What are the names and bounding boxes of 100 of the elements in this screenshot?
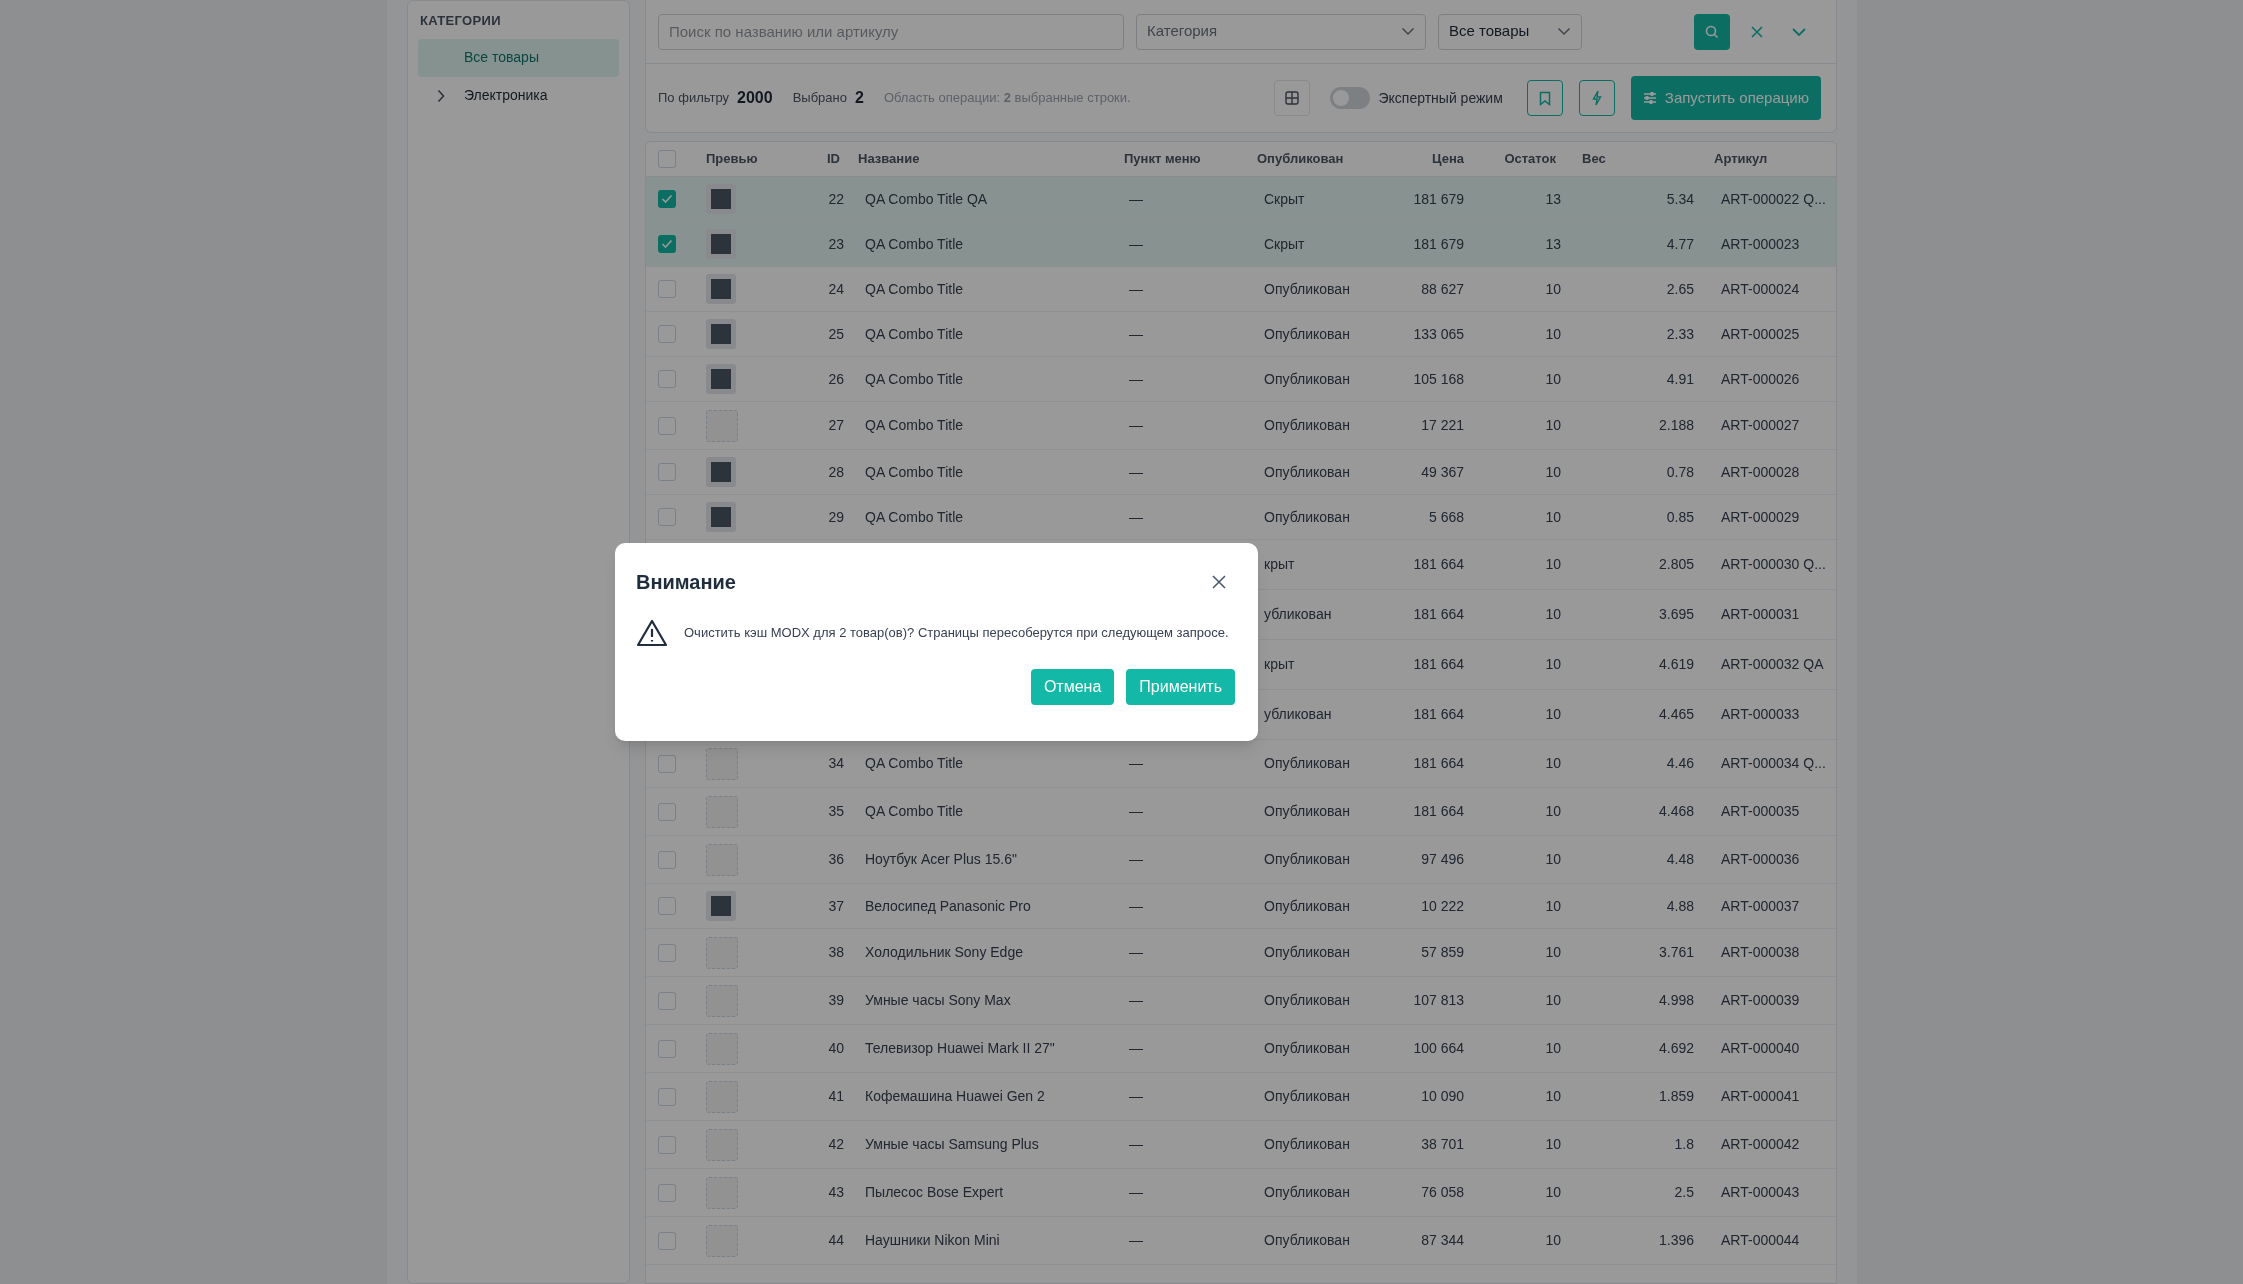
- menu-cell: —: [1129, 1040, 1143, 1056]
- dialog-button[interactable]: Отмена: [1030, 669, 1115, 705]
- status-cell: крыт: [1264, 556, 1295, 572]
- id-cell: 24: [828, 280, 844, 297]
- id-cell: 38: [828, 944, 844, 960]
- category-item[interactable]: Все товары: [418, 38, 619, 77]
- price-cell: 181 664: [1413, 556, 1464, 572]
- checkbox[interactable]: [658, 1231, 676, 1250]
- dialog-button[interactable]: Применить: [1126, 669, 1235, 705]
- article-cell: ART-000028: [1721, 463, 1800, 480]
- column-header[interactable]: Артикул: [1714, 151, 1768, 167]
- checkbox[interactable]: [658, 150, 676, 168]
- menu-cell: —: [1129, 803, 1143, 819]
- id-cell: 43: [828, 1184, 844, 1200]
- checkbox[interactable]: [658, 850, 676, 869]
- column-header[interactable]: Превью: [706, 151, 758, 167]
- checkbox[interactable]: [658, 1183, 676, 1202]
- checkbox[interactable]: [658, 1087, 676, 1106]
- column-header[interactable]: ID: [827, 151, 840, 167]
- column-header[interactable]: Пункт меню: [1124, 151, 1201, 167]
- checkbox[interactable]: [658, 235, 676, 253]
- stock-cell: 10: [1545, 706, 1561, 722]
- checkbox[interactable]: [658, 802, 676, 821]
- column-header[interactable]: Вес: [1582, 151, 1606, 167]
- weight-cell: 4.998: [1658, 992, 1694, 1008]
- name-cell: Умные часы Samsung Plus: [865, 1136, 1039, 1152]
- column-header[interactable]: Опубликован: [1257, 151, 1344, 167]
- sidebar-title: КАТЕГОРИИ: [419, 12, 502, 30]
- checkbox[interactable]: [658, 991, 676, 1010]
- stock-cell: 10: [1545, 1136, 1561, 1152]
- price-cell: 181 664: [1413, 755, 1464, 771]
- checkbox[interactable]: [658, 325, 676, 343]
- checkbox[interactable]: [658, 943, 676, 962]
- column-header[interactable]: Название: [858, 151, 920, 167]
- price-cell: 181 664: [1413, 803, 1464, 819]
- category-select[interactable]: Категория: [1136, 13, 1426, 50]
- expert-mode-label: Экспертный режим: [1378, 88, 1503, 108]
- menu-cell: —: [1129, 1136, 1143, 1152]
- name-cell: Пылесос Bose Expert: [865, 1184, 1004, 1200]
- menu-cell: —: [1129, 897, 1143, 914]
- article-cell: ART-000044: [1721, 1232, 1800, 1248]
- menu-cell: —: [1129, 280, 1143, 297]
- checkbox[interactable]: [658, 1039, 676, 1058]
- checkbox[interactable]: [658, 508, 676, 526]
- checkbox[interactable]: [658, 897, 676, 915]
- menu-cell: —: [1129, 190, 1143, 207]
- checkbox[interactable]: [658, 463, 676, 481]
- status-cell: Опубликован: [1264, 851, 1350, 867]
- sliders-icon: [1642, 92, 1657, 104]
- article-cell: ART-000027: [1721, 417, 1800, 433]
- chevron-down-icon: [1557, 27, 1571, 36]
- bookmark-button[interactable]: [1526, 80, 1563, 116]
- name-cell: QA Combo Title: [865, 370, 964, 387]
- price-cell: 105 168: [1413, 370, 1464, 387]
- expert-mode-toggle[interactable]: [1330, 87, 1371, 109]
- name-cell: QA Combo Title: [865, 463, 964, 480]
- weight-cell: 0.85: [1666, 508, 1694, 525]
- grid-view-button[interactable]: [1274, 80, 1311, 116]
- status-cell: Скрыт: [1264, 190, 1305, 207]
- stock-cell: 10: [1545, 1232, 1561, 1248]
- name-cell: QA Combo Title QA: [865, 190, 988, 207]
- checkbox[interactable]: [658, 1135, 676, 1154]
- price-cell: 181 664: [1413, 706, 1464, 722]
- article-cell: ART-000025: [1721, 325, 1800, 342]
- checkbox[interactable]: [658, 190, 676, 208]
- price-cell: 181 664: [1413, 656, 1464, 672]
- price-cell: 57 859: [1421, 944, 1464, 960]
- price-cell: 5 668: [1428, 508, 1464, 525]
- stock-cell: 10: [1545, 1040, 1561, 1056]
- stock-cell: 10: [1545, 325, 1561, 342]
- scope-select[interactable]: Все товары: [1438, 13, 1582, 50]
- stock-cell: 10: [1545, 803, 1561, 819]
- article-cell: ART-000035: [1721, 803, 1800, 819]
- id-cell: 35: [828, 803, 844, 819]
- article-cell: ART-000043: [1721, 1184, 1800, 1200]
- checkbox[interactable]: [658, 370, 676, 388]
- status-cell: Опубликован: [1264, 897, 1350, 914]
- search-button[interactable]: [1694, 13, 1730, 50]
- lightning-button[interactable]: [1578, 80, 1615, 116]
- column-header[interactable]: Остаток: [1504, 151, 1556, 167]
- filter-count: 2000: [737, 88, 773, 108]
- checkbox[interactable]: [658, 280, 676, 298]
- status-cell: Опубликован: [1264, 508, 1350, 525]
- selected-table-row[interactable]: 22 QA Combo Title QA — Скрыт 181 679 13 5.34 ART-000022 Q...: [646, 177, 1836, 222]
- price-cell: 38 701: [1421, 1136, 1464, 1152]
- article-cell: ART-000037: [1721, 897, 1800, 914]
- category-placeholder: Категория: [1147, 21, 1218, 42]
- name-cell: Умные часы Sony Max: [865, 992, 1011, 1008]
- search-field[interactable]: Поиск по названию или артикулу: [658, 13, 1124, 50]
- price-cell: 49 367: [1421, 463, 1464, 480]
- status-cell: Опубликован: [1264, 1040, 1350, 1056]
- status-cell: Опубликован: [1264, 1184, 1350, 1200]
- price-cell: 133 065: [1413, 325, 1464, 342]
- menu-cell: —: [1129, 235, 1143, 252]
- category-item[interactable]: Электроника: [418, 76, 619, 115]
- selected-table-row[interactable]: 23 QA Combo Title — Скрыт 181 679 13 4.77 ART-000023: [646, 222, 1836, 267]
- checkbox[interactable]: [658, 416, 676, 435]
- column-header[interactable]: Цена: [1432, 151, 1464, 167]
- checkbox[interactable]: [658, 754, 676, 773]
- menu-cell: —: [1129, 417, 1143, 433]
